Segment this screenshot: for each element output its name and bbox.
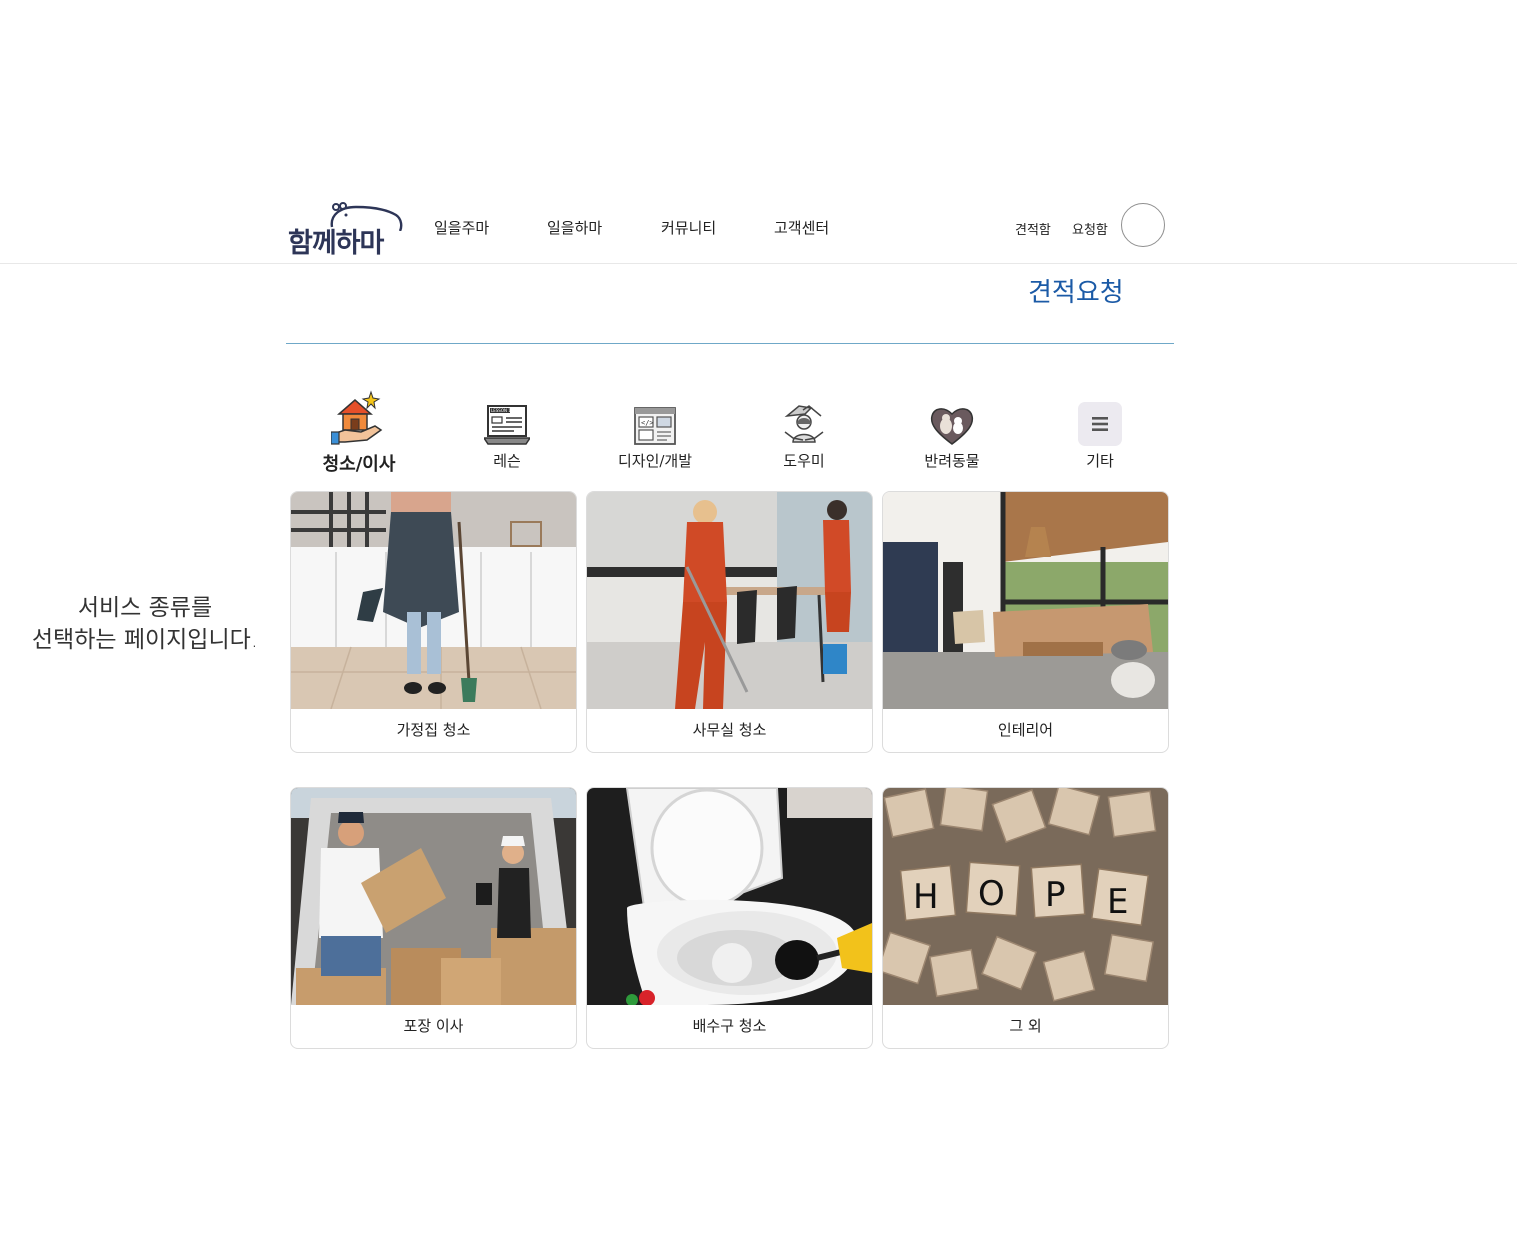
title-divider [286,343,1174,344]
scrabble-hope-tiles-photo: H O P E [883,788,1168,1005]
top-header: 함께하마 일을주마 일을하마 커뮤니티 고객센터 견적함 요청함 [0,195,1517,264]
helper-hands-icon [784,405,824,443]
service-card-label: 포장 이사 [403,1017,464,1035]
nav-community[interactable]: 커뮤니티 [661,217,716,238]
category-helper[interactable]: 도우미 [734,388,874,471]
hope-tile-h: H [913,877,939,917]
quote-box-link[interactable]: 견적함 [1015,219,1051,238]
service-card-interior[interactable]: 인테리어 [882,491,1169,753]
category-label: 레슨 [493,452,521,470]
house-hand-icon [331,390,383,445]
service-card-home-cleaning[interactable]: 가정집 청소 [290,491,577,753]
service-card-label: 가정집 청소 [396,721,471,739]
hope-tile-o: O [978,874,1005,914]
category-pet[interactable]: 반려동물 [882,388,1022,471]
svg-text:</>: </> [641,419,654,427]
svg-text:LESSON 1: LESSON 1 [491,408,511,413]
service-card-other[interactable]: H O P E 그 외 [882,787,1169,1049]
service-card-label: 배수구 청소 [692,1017,767,1035]
category-label: 도우미 [783,452,825,470]
category-label: 디자인/개발 [617,452,693,470]
moving-boxes-photo [291,788,576,1005]
side-caption-line: 선택하는 페이지입니다. [31,627,259,653]
living-room-interior-photo [883,492,1168,709]
office-cleaning-photo [587,492,872,709]
toilet-plunger-photo [587,788,872,1005]
category-label: 청소/이사 [322,454,396,475]
nav-customer-center[interactable]: 고객센터 [774,217,829,238]
page-title: 견적요청 [1028,278,1124,308]
category-other[interactable]: 기타 [1030,388,1170,471]
category-label: 기타 [1086,452,1114,470]
side-caption: 서비스 종류를 선택하는 페이지입니다. [10,592,280,656]
profile-avatar[interactable] [1121,203,1165,247]
side-caption-line: 서비스 종류를 [77,595,213,621]
category-lesson[interactable]: LESSON 1 레슨 [437,388,577,471]
pet-heart-icon [930,408,974,445]
service-card-label: 인테리어 [997,721,1054,739]
code-window-icon: </> [634,407,676,445]
nav-do-work[interactable]: 일을하마 [547,217,602,238]
hope-tile-p: P [1045,875,1066,915]
service-card-label: 사무실 청소 [692,721,767,739]
logo-text: 함께하마 [288,228,384,259]
service-card-moving[interactable]: 포장 이사 [290,787,577,1049]
nav-give-work[interactable]: 일을주마 [434,217,489,238]
kitchen-cleaning-photo [291,492,576,709]
category-cleaning-moving[interactable]: 청소/이사 [289,388,429,476]
menu-icon [1078,402,1122,446]
site-logo[interactable]: 함께하마 [286,201,406,259]
hope-tile-e: E [1107,882,1128,922]
category-label: 반려동물 [924,452,980,470]
category-design-dev[interactable]: </> 디자인/개발 [585,388,725,471]
request-box-link[interactable]: 요청함 [1072,219,1108,238]
service-card-drain-cleaning[interactable]: 배수구 청소 [586,787,873,1049]
service-card-office-cleaning[interactable]: 사무실 청소 [586,491,873,753]
lesson-screen-icon: LESSON 1 [484,405,530,445]
service-card-label: 그 외 [1009,1017,1042,1035]
